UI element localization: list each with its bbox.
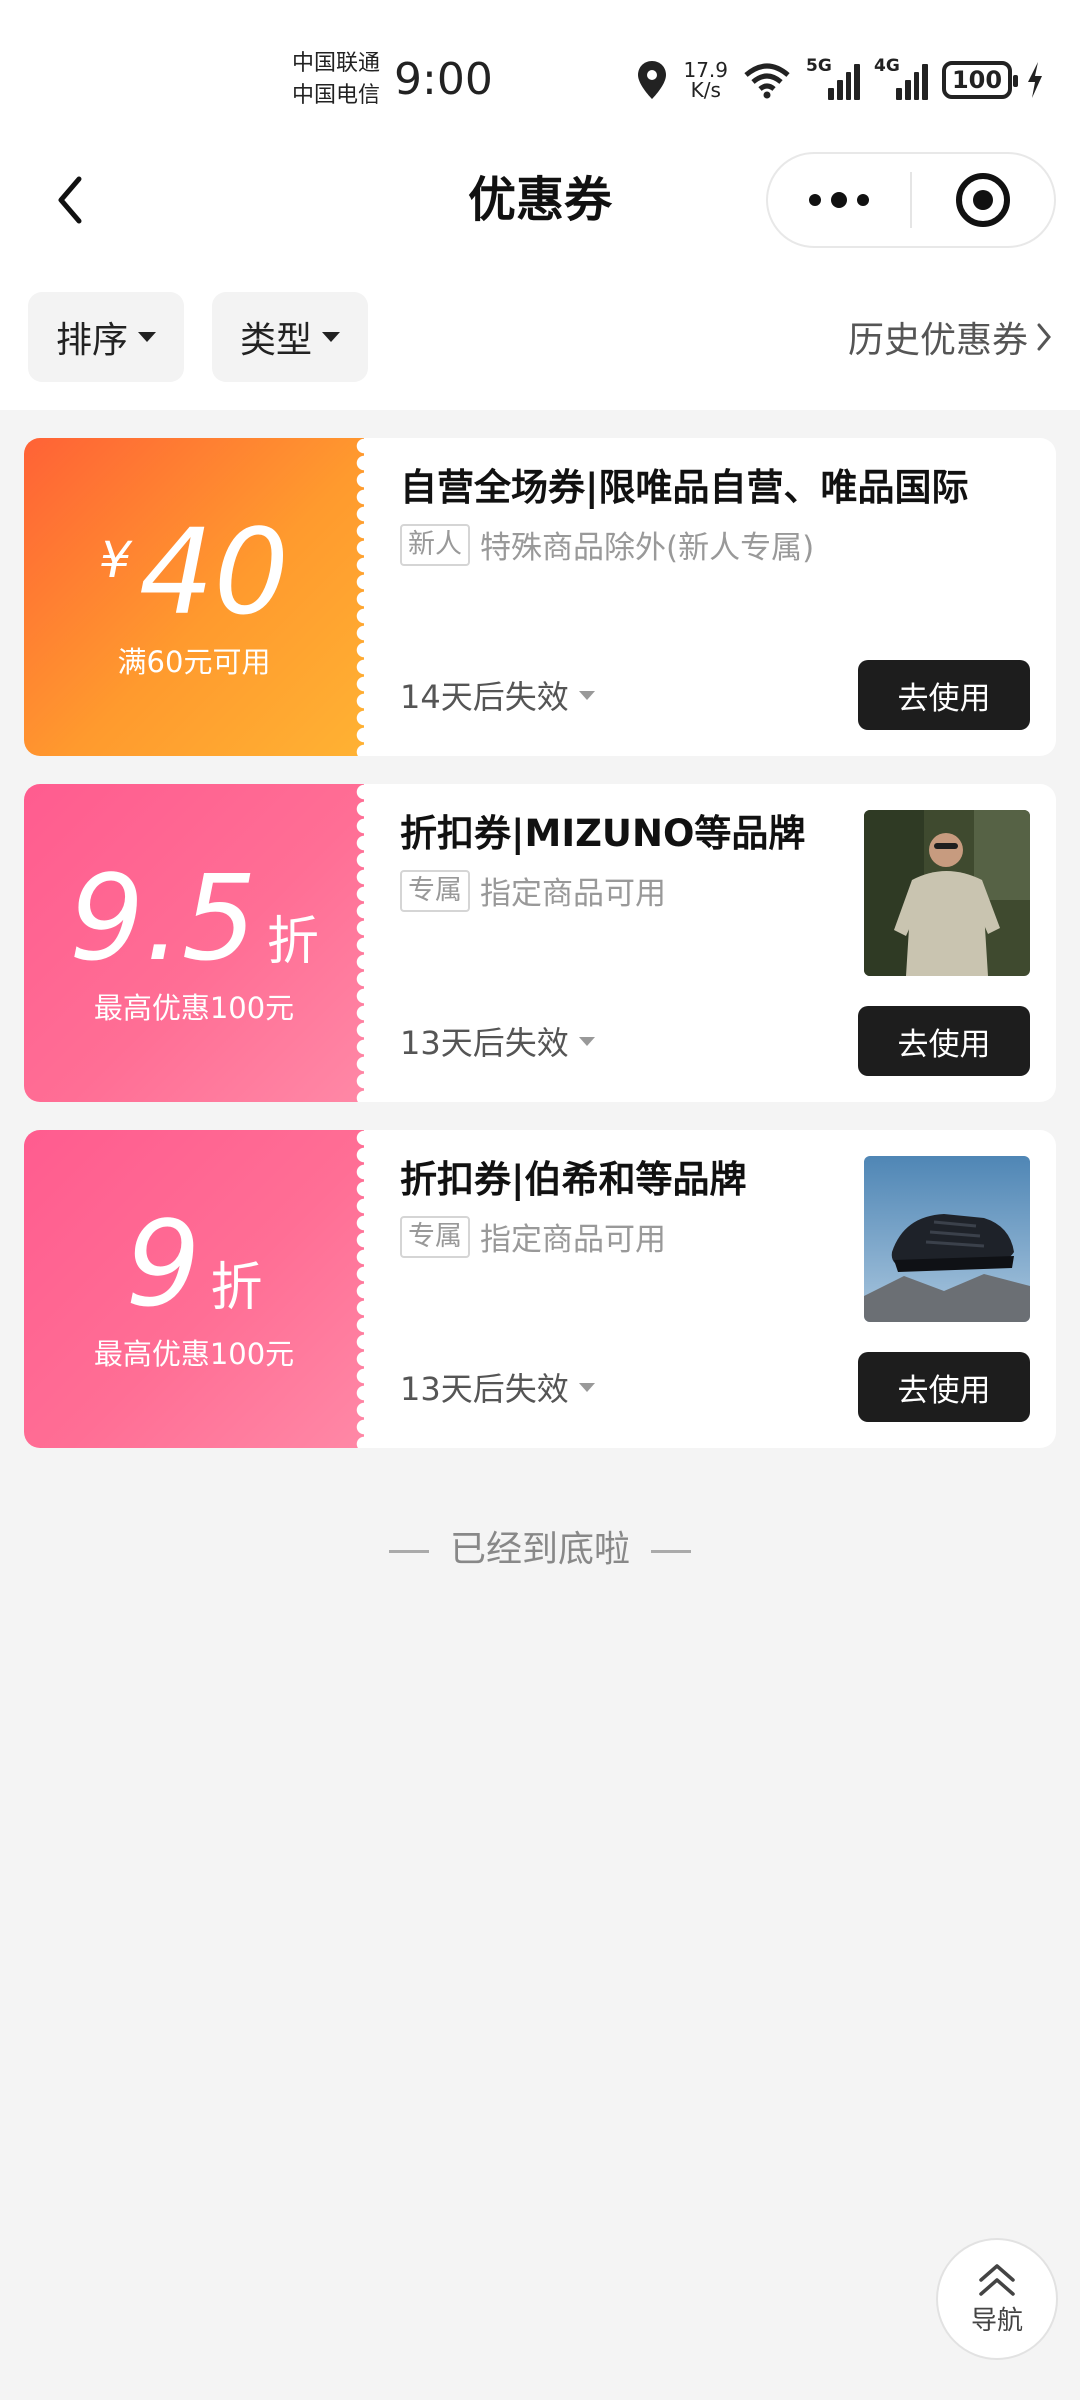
expire-toggle[interactable]: 13天后失效 bbox=[400, 1018, 595, 1064]
type-dropdown[interactable]: 类型 bbox=[212, 292, 369, 382]
coupon-desc: 指定商品可用 bbox=[480, 876, 666, 912]
product-thumbnail[interactable] bbox=[864, 810, 1030, 976]
currency-symbol: ¥ bbox=[99, 531, 131, 589]
coupon-value-panel: 9 折 最高优惠100元 bbox=[24, 1130, 372, 1448]
expire-text: 14天后失效 bbox=[400, 678, 569, 716]
amount-value: 9.5 bbox=[69, 849, 257, 987]
hiking-shoe-photo bbox=[864, 1156, 1030, 1322]
man-in-tshirt-photo bbox=[864, 810, 1030, 976]
filter-bar: 排序 类型 历史优惠券 bbox=[28, 292, 1052, 382]
caret-down-icon bbox=[322, 332, 341, 342]
chevron-right-icon bbox=[1037, 323, 1051, 351]
coupon-amount: ¥ 40 bbox=[99, 513, 289, 631]
net-label-5g: 5G bbox=[806, 56, 832, 76]
clock: 9:00 bbox=[394, 54, 493, 105]
coupon-card: 9.5 折 最高优惠100元 折扣券|MIZUNO等品牌 专属 指定商品可用 1… bbox=[24, 784, 1056, 1102]
coupon-amount: 9 折 bbox=[125, 1205, 262, 1323]
coupon-info: 折扣券|MIZUNO等品牌 专属 指定商品可用 13天后失效 去使用 bbox=[364, 784, 1056, 1102]
coupon-condition: 最高优惠100元 bbox=[93, 991, 295, 1025]
coupon-value-panel: 9.5 折 最高优惠100元 bbox=[24, 784, 372, 1102]
caret-down-icon bbox=[578, 1382, 595, 1392]
product-thumbnail[interactable] bbox=[864, 1156, 1030, 1322]
speed-value: 17.9 bbox=[683, 58, 728, 82]
coupon-badge: 专属 bbox=[400, 869, 470, 912]
coupon-desc: 指定商品可用 bbox=[480, 1222, 666, 1258]
status-bar: 中国联通 中国电信 9:00 17.9 K/s 5G 4G 100 bbox=[0, 0, 1080, 140]
charging-icon bbox=[1028, 62, 1042, 98]
wifi-icon bbox=[744, 63, 790, 99]
use-coupon-button[interactable]: 去使用 bbox=[858, 660, 1030, 730]
signal-4g-icon: 4G bbox=[874, 56, 929, 100]
carrier-names: 中国联通 中国电信 bbox=[292, 48, 380, 112]
nav-bar: 优惠券 bbox=[0, 140, 1080, 260]
sort-dropdown[interactable]: 排序 bbox=[28, 292, 185, 382]
coupon-title: 自营全场券|限唯品自营、唯品国际 bbox=[400, 466, 969, 509]
header-area: 中国联通 中国电信 9:00 17.9 K/s 5G 4G 100 优惠券 排序… bbox=[0, 0, 1080, 410]
expire-toggle[interactable]: 13天后失效 bbox=[400, 1364, 595, 1410]
miniapp-capsule bbox=[766, 152, 1056, 248]
coupon-desc: 特殊商品除外(新人专属) bbox=[480, 530, 815, 566]
history-label: 历史优惠券 bbox=[847, 320, 1028, 361]
carrier-1: 中国联通 bbox=[292, 51, 381, 76]
type-label: 类型 bbox=[240, 320, 313, 361]
navigation-fab[interactable]: 导航 bbox=[936, 2238, 1058, 2360]
end-text: 已经到底啦 bbox=[449, 1529, 630, 1570]
location-icon bbox=[638, 61, 667, 99]
caret-down-icon bbox=[578, 690, 595, 700]
close-miniapp-button[interactable] bbox=[912, 154, 1054, 246]
network-speed: 17.9 K/s bbox=[683, 60, 728, 100]
coupon-condition: 最高优惠100元 bbox=[93, 1337, 295, 1371]
coupon-amount: 9.5 折 bbox=[69, 859, 319, 977]
battery-icon: 100 bbox=[942, 61, 1018, 99]
coupon-badge: 新人 bbox=[400, 523, 470, 566]
expire-text: 13天后失效 bbox=[400, 1024, 569, 1062]
amount-unit: 折 bbox=[210, 1258, 263, 1318]
more-dots-icon bbox=[809, 192, 869, 208]
caret-down-icon bbox=[138, 332, 157, 342]
coupon-card: 9 折 最高优惠100元 折扣券|伯希和等品牌 专属 指定商品可用 13天后失效… bbox=[24, 1130, 1056, 1448]
speed-unit: K/s bbox=[690, 78, 721, 102]
coupon-card: ¥ 40 满60元可用 自营全场券|限唯品自营、唯品国际 新人 特殊商品除外(新… bbox=[24, 438, 1056, 756]
use-coupon-button[interactable]: 去使用 bbox=[858, 1352, 1030, 1422]
use-coupon-button[interactable]: 去使用 bbox=[858, 1006, 1030, 1076]
coupon-value-panel: ¥ 40 满60元可用 bbox=[24, 438, 372, 756]
coupon-condition: 满60元可用 bbox=[117, 645, 271, 679]
double-chevron-up-icon bbox=[979, 2263, 1015, 2296]
more-button[interactable] bbox=[768, 154, 910, 246]
divider-line bbox=[651, 1549, 692, 1553]
fab-label: 导航 bbox=[970, 2305, 1023, 2336]
expire-toggle[interactable]: 14天后失效 bbox=[400, 672, 595, 718]
amount-value: 40 bbox=[138, 503, 289, 641]
battery-level: 100 bbox=[951, 66, 1003, 94]
history-coupons-link[interactable]: 历史优惠券 bbox=[848, 311, 1052, 363]
target-icon bbox=[956, 173, 1010, 227]
coupon-badge: 专属 bbox=[400, 1215, 470, 1258]
caret-down-icon bbox=[578, 1036, 595, 1046]
signal-5g-icon: 5G bbox=[806, 56, 861, 100]
amount-unit: 折 bbox=[266, 912, 319, 972]
expire-text: 13天后失效 bbox=[400, 1370, 569, 1408]
divider-line bbox=[388, 1549, 429, 1553]
net-label-4g: 4G bbox=[874, 56, 900, 76]
coupon-subtitle: 新人 特殊商品除外(新人专属) bbox=[400, 522, 1030, 567]
sort-label: 排序 bbox=[56, 320, 129, 361]
carrier-2: 中国电信 bbox=[292, 83, 381, 108]
end-of-list-indicator: 已经到底啦 bbox=[0, 1520, 1080, 1572]
coupon-list: ¥ 40 满60元可用 自营全场券|限唯品自营、唯品国际 新人 特殊商品除外(新… bbox=[24, 438, 1056, 1476]
status-icons: 17.9 K/s 5G 4G 100 bbox=[635, 56, 1044, 104]
coupon-info: 自营全场券|限唯品自营、唯品国际 新人 特殊商品除外(新人专属) 14天后失效 … bbox=[364, 438, 1056, 756]
amount-value: 9 bbox=[125, 1195, 201, 1333]
coupon-info: 折扣券|伯希和等品牌 专属 指定商品可用 13天后失效 去使用 bbox=[364, 1130, 1056, 1448]
